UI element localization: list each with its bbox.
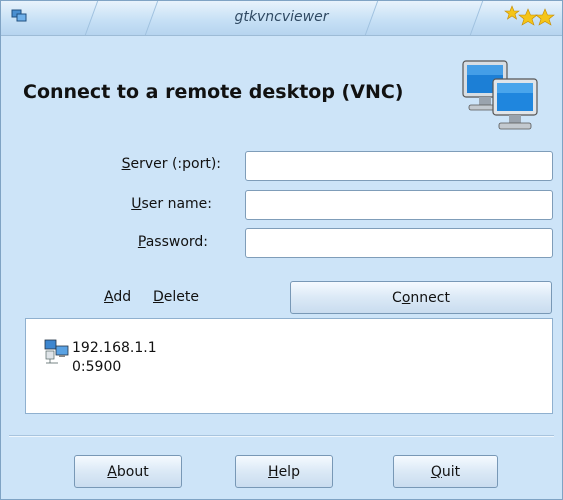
username-input[interactable] [245, 190, 553, 220]
separator [9, 435, 554, 437]
connect-button[interactable]: Co nnect [290, 281, 552, 314]
server-label: Server (:port): [121, 156, 221, 172]
remote-desktop-icon [462, 60, 538, 130]
quit-button[interactable]: Quit [393, 455, 498, 488]
connection-host: 192.168.1.1 [72, 340, 157, 356]
window-controls-stars-icon[interactable] [504, 5, 556, 31]
connection-port: 0:5900 [72, 359, 122, 375]
saved-connections-list[interactable]: 192.168.1.1 0:5900 [25, 318, 553, 414]
delete-button[interactable]: Delete [153, 289, 199, 305]
about-button[interactable]: About [74, 455, 182, 488]
network-computer-icon [44, 339, 69, 364]
main-window: gtkvncviewer Connect to a remote desktop… [0, 0, 563, 500]
add-button[interactable]: Add [104, 289, 131, 305]
password-label: Password: [137, 234, 208, 250]
window-title: gtkvncviewer [234, 9, 329, 25]
list-item[interactable]: 192.168.1.1 0:5900 [44, 339, 157, 377]
password-input[interactable] [245, 228, 553, 258]
server-input[interactable] [245, 151, 553, 181]
connection-entry: 192.168.1.1 0:5900 [72, 339, 157, 377]
page-title: Connect to a remote desktop (VNC) [23, 81, 404, 103]
help-button[interactable]: Help [235, 455, 333, 488]
title-bar[interactable]: gtkvncviewer [1, 1, 562, 36]
username-label: User name: [131, 196, 212, 212]
